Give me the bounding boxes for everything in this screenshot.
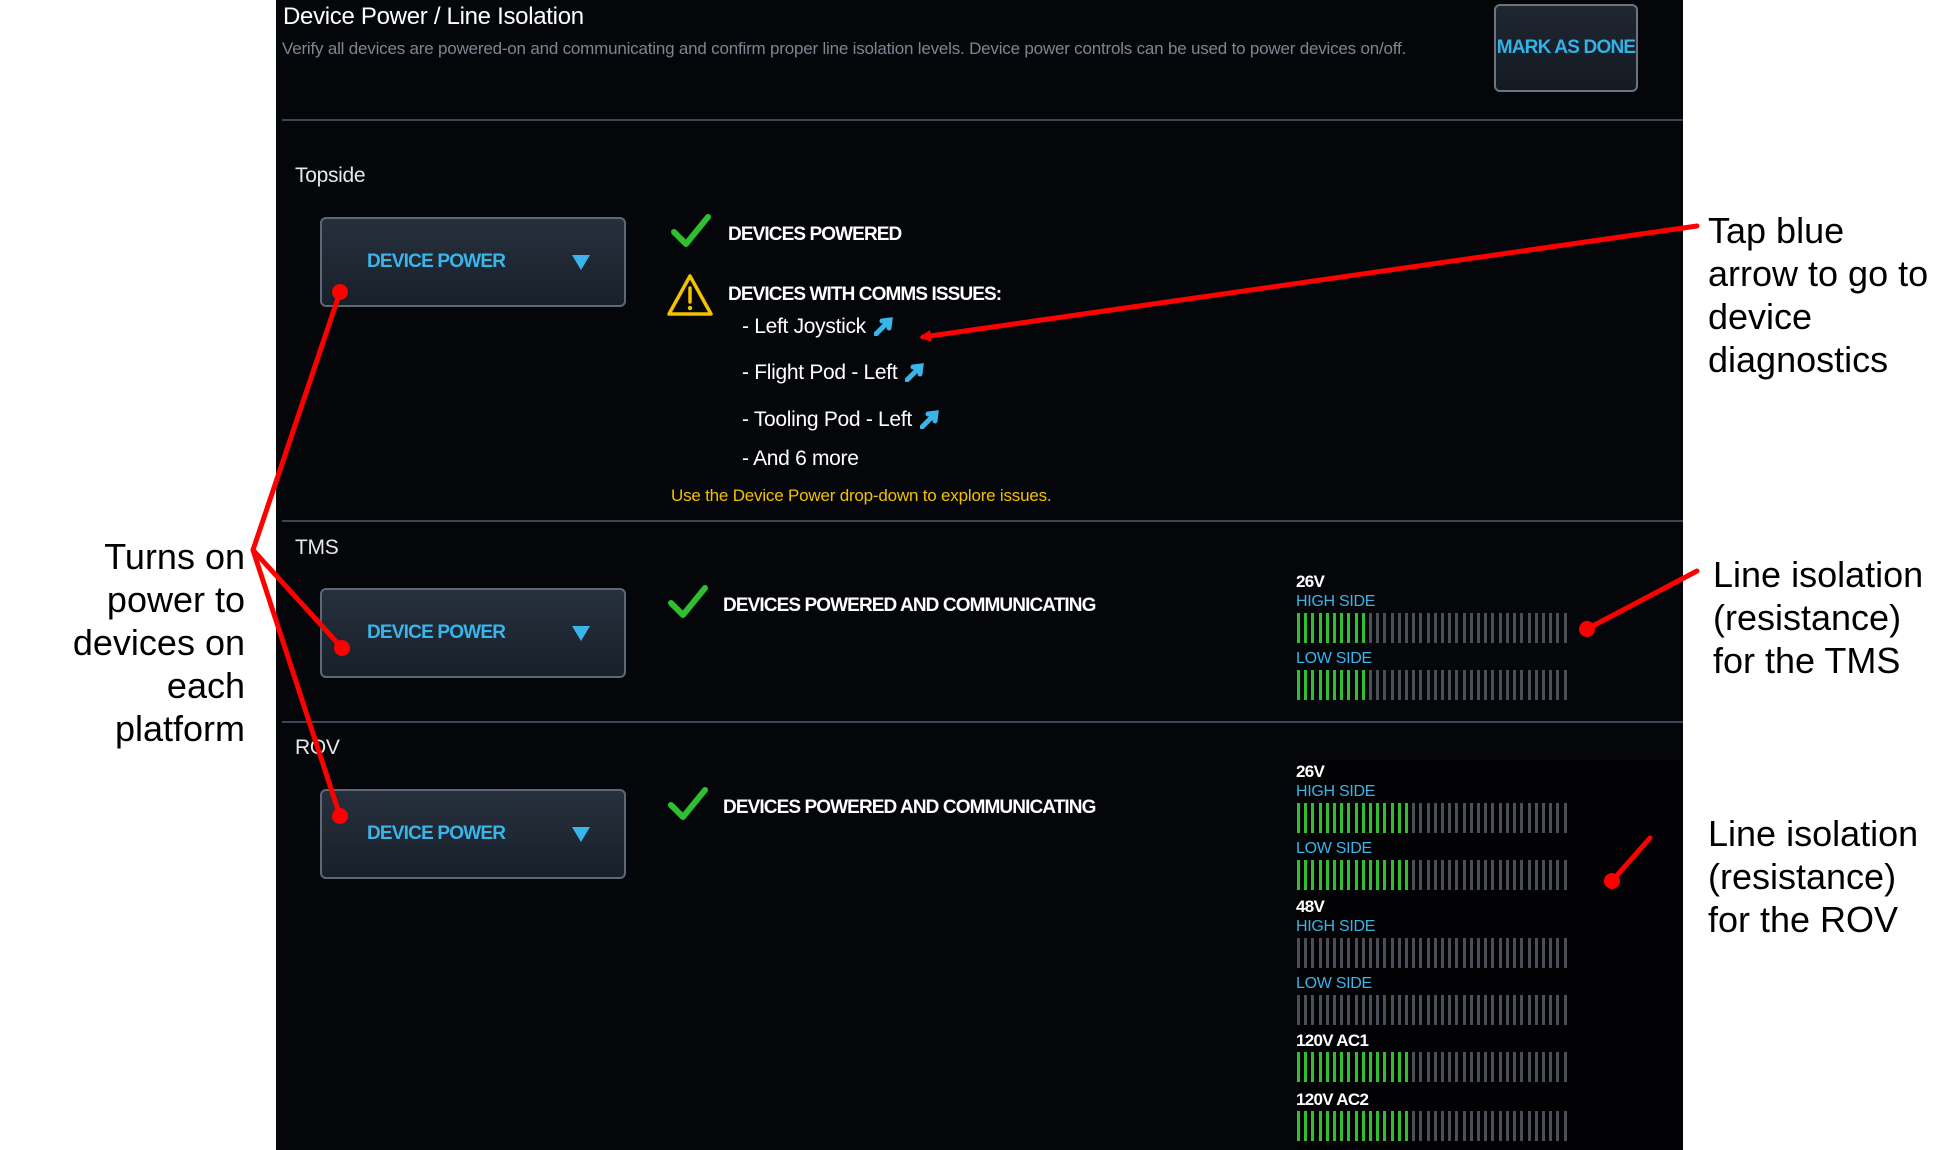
annotation-arrow [919, 223, 1700, 342]
annotation-dot [332, 284, 348, 300]
annotation-dot [332, 808, 348, 824]
annotation-line [250, 547, 343, 819]
annotation-dot [1604, 873, 1620, 889]
annotation-arrows [250, 223, 1700, 889]
annotation-line [250, 289, 343, 553]
annotation-line [1609, 835, 1653, 884]
annotation-dot [334, 640, 350, 656]
annotation-dot [1579, 621, 1595, 637]
annotation-line [250, 547, 345, 651]
annotation-line [1584, 568, 1700, 632]
